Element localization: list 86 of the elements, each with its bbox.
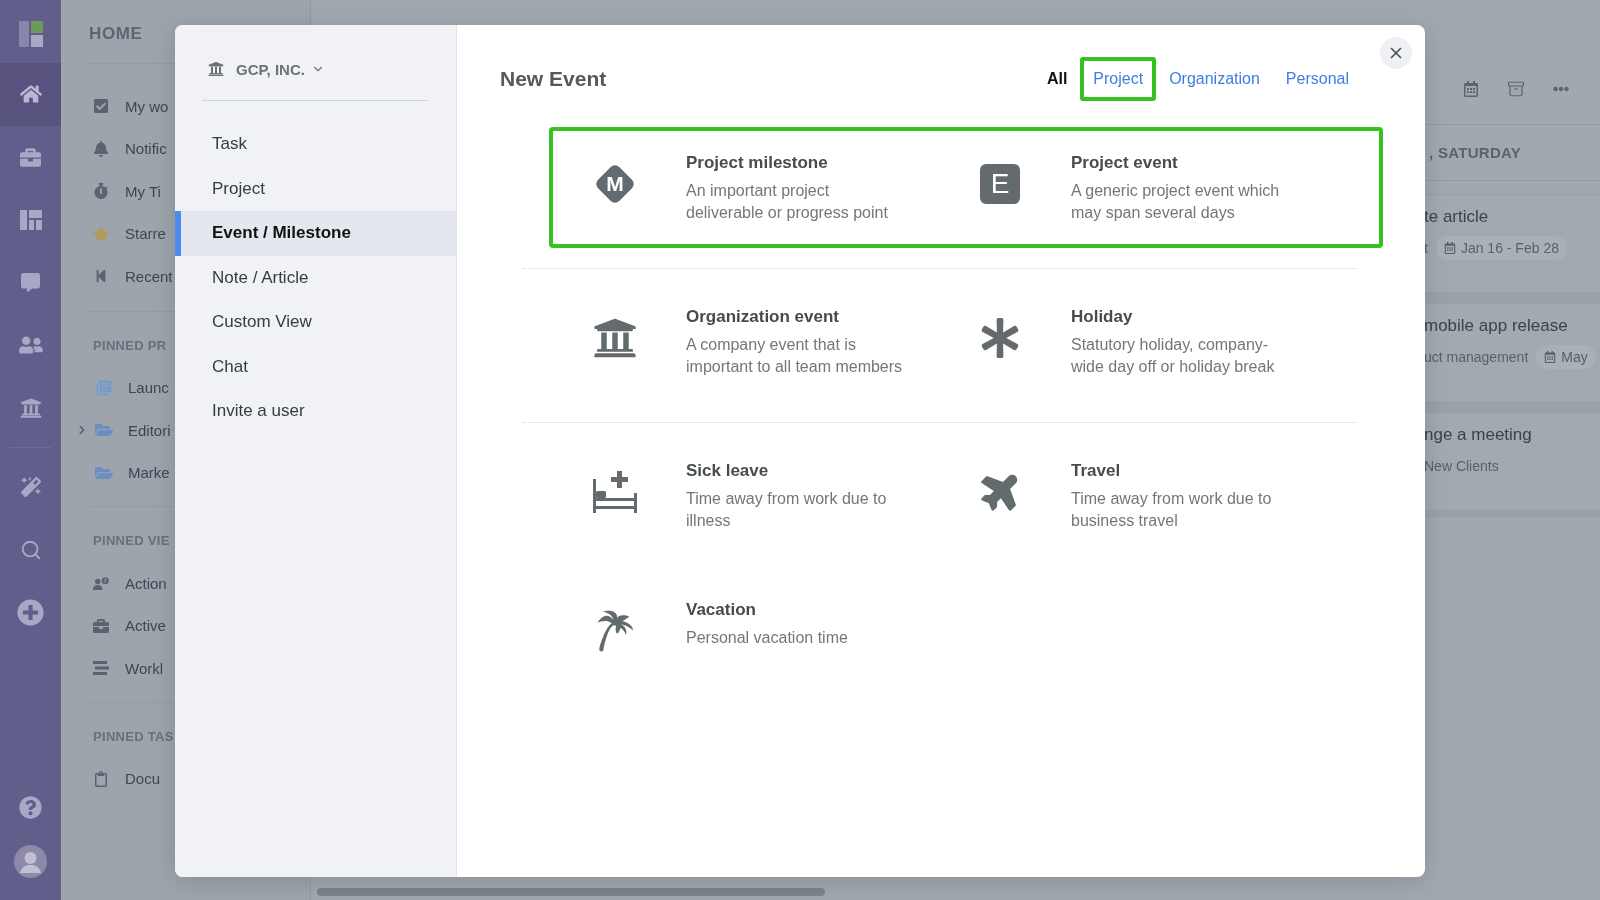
menu-item[interactable]: Note / Article [175, 255, 456, 300]
avatar-icon[interactable] [14, 844, 47, 878]
date-label: Jan 16 - Feb 28 [1460, 240, 1559, 256]
calendar-icon [1544, 351, 1557, 363]
organization-selector[interactable]: GCP, INC. [208, 57, 325, 81]
event-type-title[interactable]: Sick leave [686, 459, 769, 483]
sidebar-item[interactable]: Action [89, 562, 167, 605]
user-alert-icon [93, 575, 109, 591]
search-icon [19, 538, 42, 561]
menu-item[interactable]: Project [175, 166, 456, 211]
event-type-title[interactable]: Project milestone [686, 151, 828, 175]
date-label: May [1561, 349, 1588, 365]
day-heading: , SATURDAY [1429, 144, 1522, 161]
card-title: nge a meeting [1424, 424, 1532, 446]
sidebar-item[interactable]: Recent [89, 255, 173, 298]
event-type-title[interactable]: Project event [1071, 151, 1178, 175]
event-type-title[interactable]: Vacation [686, 598, 756, 622]
card-title: mobile app release [1424, 315, 1568, 337]
help-icon[interactable] [19, 795, 42, 819]
card-meta: New Clients [1424, 458, 1499, 474]
task-card[interactable]: mobile app release uct management May [1424, 304, 1600, 401]
dialog-title: New Event [500, 66, 607, 92]
asterisk-icon [980, 318, 1020, 358]
calendar-icon [1463, 81, 1479, 97]
archive-button[interactable] [1507, 80, 1525, 98]
home-icon [19, 83, 42, 106]
dashboard-icon [19, 209, 42, 230]
card-title: te article [1424, 206, 1489, 228]
menu-item[interactable]: Event / Milestone [175, 211, 456, 256]
task-card[interactable]: nge a meeting New Clients [1424, 413, 1600, 510]
checkbox-icon [93, 98, 109, 115]
star-icon [93, 225, 109, 242]
event-type-description: A company event that is important to all team members [686, 335, 904, 377]
stopwatch-icon [93, 183, 109, 200]
bank-icon [19, 396, 42, 419]
filter-tab[interactable]: All [1033, 57, 1081, 101]
home-button[interactable] [0, 63, 61, 126]
clipboard-icon [93, 770, 109, 787]
archive-icon [1507, 80, 1525, 98]
app-logo [18, 20, 43, 47]
briefcase-icon [20, 146, 41, 168]
filter-tab[interactable]: Organization [1156, 57, 1273, 101]
filter-tab[interactable]: Personal [1272, 57, 1362, 101]
magic-wand-icon [20, 476, 41, 497]
sidebar-item[interactable]: My Ti [89, 170, 161, 213]
menu-item[interactable]: Chat [175, 344, 456, 389]
event-type-title[interactable]: Travel [1071, 459, 1121, 483]
event-type-title[interactable]: Organization event [686, 305, 840, 329]
skip-back-icon [94, 269, 108, 284]
calendar-icon [1443, 242, 1456, 254]
chevron-right-icon[interactable] [77, 425, 87, 436]
sidebar-item[interactable]: Marke [75, 451, 170, 494]
sidebar-item[interactable]: Workl [89, 647, 164, 690]
filter-tab[interactable]: Project [1080, 57, 1157, 101]
menu-item[interactable]: Task [175, 122, 456, 167]
menu-item[interactable]: Custom View [175, 300, 456, 345]
event-type-title[interactable]: Holiday [1071, 305, 1133, 329]
sidebar-item[interactable]: Launc [75, 366, 169, 409]
bed-plus-icon [593, 471, 637, 513]
card-meta: uct management [1424, 349, 1529, 365]
bell-icon [93, 140, 109, 157]
close-button[interactable] [1380, 37, 1412, 69]
event-type-description: An important project deliverable or progress point [686, 181, 889, 223]
milestone-badge: M [594, 163, 636, 205]
event-type-description: Personal vacation time [686, 628, 848, 648]
event-badge: E [980, 164, 1020, 204]
calendar-button[interactable] [1462, 80, 1480, 98]
menu-item[interactable]: Invite a user [175, 389, 456, 434]
chat-icon [21, 272, 40, 292]
sidebar-title: HOME [89, 24, 143, 44]
event-type-description: Time away from work due to business travel [1071, 489, 1273, 531]
event-type-description: A generic project event which may span several days [1071, 181, 1281, 223]
sidebar-item[interactable]: Docu [89, 757, 161, 800]
sidebar-item[interactable]: Active [89, 604, 166, 647]
books-icon [95, 378, 113, 397]
sidebar-item[interactable]: Editori [75, 409, 171, 452]
bank-icon [208, 61, 224, 77]
sidebar-item[interactable]: Notific [89, 127, 167, 170]
bank-icon [593, 316, 637, 360]
event-type-description: Time away from work due to illness [686, 489, 888, 531]
lines-icon [93, 660, 109, 677]
scrollbar-thumb[interactable] [317, 888, 825, 896]
event-type-description: Statutory holiday, company-wide day off or holiday break [1071, 335, 1276, 377]
briefcase-icon [93, 617, 109, 634]
sidebar-item[interactable]: My wo [89, 85, 169, 128]
sidebar-item[interactable]: Starre [89, 212, 166, 255]
